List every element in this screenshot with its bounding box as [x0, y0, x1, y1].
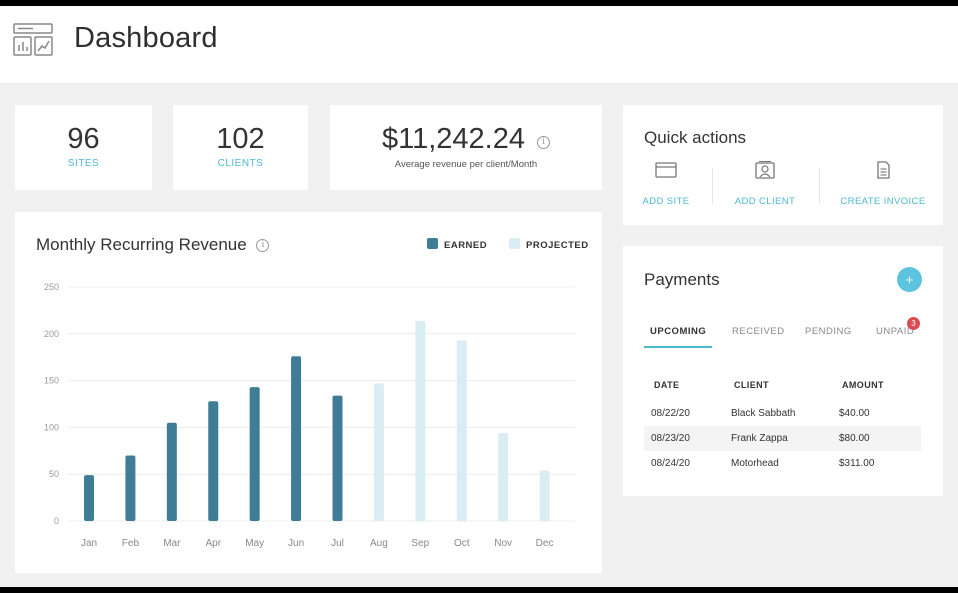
x-tick-label: Jan	[81, 538, 97, 549]
client-id-card-icon	[755, 161, 775, 179]
add-client-label: ADD CLIENT	[734, 196, 796, 207]
payment-amount: $311.00	[839, 458, 875, 469]
active-tab-indicator	[644, 346, 712, 348]
revenue-stat-card: $11,242.24 i Average revenue per client/…	[330, 105, 602, 190]
info-icon[interactable]: i	[537, 136, 551, 149]
y-tick-label: 50	[49, 469, 59, 479]
revenue-bar-chart: 0 50 100 150 200 250 Jan Feb Mar Apr May Jun Jul Aug S…	[44, 282, 575, 549]
column-header-client: CLIENT	[734, 380, 769, 390]
payment-date: 08/24/20	[651, 458, 690, 469]
y-tick-label: 200	[44, 329, 59, 339]
average-revenue-label: Average revenue per client/Month	[394, 159, 538, 170]
x-tick-label: May	[245, 538, 264, 549]
x-tick-label: Oct	[454, 538, 470, 549]
y-tick-label: 100	[44, 422, 59, 432]
create-invoice-label: CREATE INVOICE	[840, 196, 926, 207]
clients-count: 102	[216, 123, 265, 155]
earned-bar	[125, 455, 136, 521]
projected-bar	[456, 340, 467, 521]
y-tick-label: 0	[54, 516, 59, 526]
add-client-button[interactable]: ADD CLIENT	[715, 161, 815, 207]
tab-received[interactable]: RECEIVED	[732, 326, 785, 337]
create-invoice-button[interactable]: CREATE INVOICE	[833, 161, 933, 207]
earned-bar	[208, 401, 219, 521]
table-row[interactable]: 08/23/20 Frank Zappa $80.00	[644, 426, 921, 451]
monthly-revenue-card: Monthly Recurring Revenue i EARNED PROJE…	[15, 212, 602, 573]
x-tick-label: Nov	[494, 538, 512, 549]
payments-title: Payments	[644, 270, 720, 289]
x-tick-label: Apr	[205, 538, 221, 549]
app-frame: Dashboard 96 SITES 102 CLIENTS $11,242.2…	[0, 6, 958, 587]
projected-bar	[498, 433, 509, 521]
divider	[712, 168, 713, 204]
earned-bar	[249, 387, 260, 521]
add-payment-button[interactable]: +	[897, 267, 922, 292]
sites-label: SITES	[67, 158, 100, 169]
payment-client: Black Sabbath	[731, 408, 796, 419]
payments-card: Payments + UPCOMING RECEIVED PENDING UNP…	[623, 246, 943, 496]
y-tick-label: 150	[44, 376, 59, 386]
payment-amount: $80.00	[839, 433, 870, 444]
x-tick-label: Jul	[331, 538, 344, 549]
x-tick-label: Jun	[288, 538, 304, 549]
average-revenue-amount: $11,242.24	[381, 123, 525, 155]
payment-client: Motorhead	[731, 458, 779, 469]
payment-date: 08/23/20	[651, 433, 690, 444]
clients-label: CLIENTS	[217, 158, 264, 169]
divider	[819, 168, 820, 204]
column-header-amount: AMOUNT	[842, 380, 884, 390]
table-row[interactable]: 08/22/20 Black Sabbath $40.00	[644, 401, 921, 426]
x-tick-label: Feb	[122, 538, 140, 549]
tab-upcoming[interactable]: UPCOMING	[650, 326, 706, 337]
payment-client: Frank Zappa	[731, 433, 788, 444]
payment-date: 08/22/20	[651, 408, 690, 419]
y-tick-label: 250	[44, 282, 59, 292]
browser-window-icon	[655, 162, 677, 178]
quick-actions-title: Quick actions	[644, 128, 747, 147]
clients-stat-card[interactable]: 102 CLIENTS	[173, 105, 308, 190]
x-tick-label: Sep	[411, 538, 429, 549]
add-site-button[interactable]: ADD SITE	[616, 161, 716, 207]
projected-bar	[539, 470, 550, 521]
projected-bar	[373, 383, 384, 521]
tab-pending[interactable]: PENDING	[805, 326, 852, 337]
page-title: Dashboard	[74, 22, 218, 54]
earned-bar	[291, 356, 302, 521]
projected-bar	[415, 320, 426, 521]
dashboard-icon	[13, 23, 53, 56]
sites-stat-card[interactable]: 96 SITES	[15, 105, 152, 190]
add-site-label: ADD SITE	[642, 196, 690, 207]
payment-amount: $40.00	[839, 408, 870, 419]
x-tick-label: Mar	[163, 538, 181, 549]
average-revenue-value: $11,242.24 i	[330, 123, 602, 156]
top-bar: Dashboard	[0, 6, 958, 83]
quick-actions-card: Quick actions ADD SITE ADD CLIENT CREATE…	[623, 105, 943, 225]
x-tick-label: Aug	[370, 538, 388, 549]
invoice-document-icon	[877, 161, 890, 179]
earned-bar	[166, 422, 177, 521]
earned-bar	[332, 395, 343, 521]
earned-bar	[84, 475, 94, 521]
sites-count: 96	[67, 123, 100, 155]
x-tick-label: Dec	[536, 538, 554, 549]
unpaid-count-badge: 3	[907, 317, 920, 330]
column-header-date: DATE	[654, 380, 680, 390]
table-row[interactable]: 08/24/20 Motorhead $311.00	[644, 451, 921, 476]
